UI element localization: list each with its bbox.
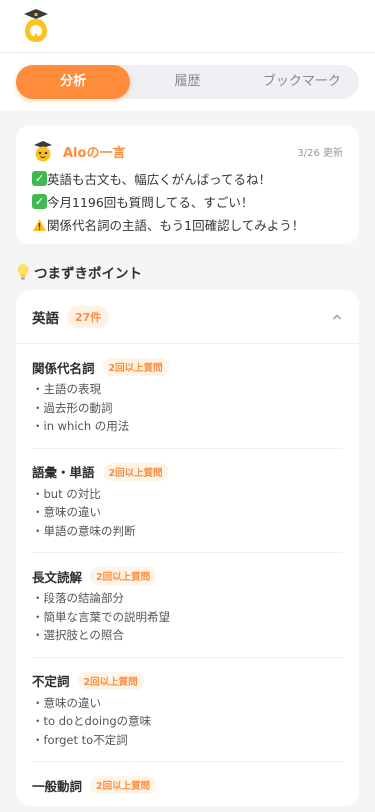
- tab-analysis[interactable]: 分析: [16, 65, 131, 99]
- topic-badge: 2回以上質問: [90, 567, 157, 585]
- topic-name: 長文読解: [32, 569, 83, 585]
- topic-item[interactable]: 長文読解 2回以上質問 ・段落の結論部分 ・簡単な言葉での説明希望 ・選択肢との…: [32, 553, 343, 658]
- topic-item[interactable]: 関係代名詞 2回以上質問 ・主語の表現 ・過去形の動詞 ・in which の用…: [32, 344, 343, 449]
- topic-point: ・単語の意味の判断: [32, 523, 136, 538]
- alo-line-text: 今月1196回も質問してる、すごい！: [47, 195, 254, 210]
- topic-badge: 2回以上質問: [102, 358, 169, 376]
- alo-comment-date: 3/26 更新: [297, 147, 343, 159]
- stumble-section-title: つまずきポイント: [16, 262, 359, 282]
- topic-point: ・to doとdoingの意味: [32, 714, 152, 728]
- alo-comment-title: Aloの一言: [63, 145, 126, 161]
- topic-point: ・簡単な言葉での説明希望: [32, 609, 170, 624]
- app-header: [0, 0, 375, 53]
- check-icon: ✓: [32, 194, 47, 209]
- topic-point: ・意味の違い: [32, 695, 101, 710]
- topic-item[interactable]: 語彙・単語 2回以上質問 ・but の対比 ・意味の違い ・単語の意味の判断: [32, 449, 343, 553]
- alo-avatar-icon: [34, 141, 52, 162]
- topic-header: 語彙・単語 2回以上質問: [32, 462, 343, 481]
- warning-icon: [33, 218, 46, 231]
- topic-header: 関係代名詞 2回以上質問: [32, 358, 343, 376]
- alo-logo-icon: [24, 9, 48, 42]
- topic-badge: 2回以上質問: [90, 776, 157, 794]
- tab-history[interactable]: 履歴: [130, 65, 244, 99]
- lightbulb-icon: [17, 264, 29, 280]
- topic-badge: 2回以上質問: [102, 462, 169, 481]
- alo-comment-card: Aloの一言 3/26 更新 ✓ 英語も古文も、幅広くがんばってるね！ ✓ 今月…: [16, 125, 359, 244]
- topic-item[interactable]: 不定詞 2回以上質問 ・意味の違い ・to doとdoingの意味 ・forge…: [32, 658, 343, 762]
- check-icon: ✓: [32, 171, 47, 186]
- alo-line: 関係代名詞の主語、もう1回確認してみよう！: [32, 217, 343, 233]
- alo-line: ✓ 今月1196回も質問してる、すごい！: [32, 194, 343, 210]
- topic-point: ・主語の表現: [32, 382, 101, 396]
- topic-item[interactable]: 一般動詞 2回以上質問: [32, 762, 343, 806]
- topic-point: ・選択肢との照合: [32, 628, 124, 642]
- topic-point: ・過去形の動詞: [32, 400, 113, 415]
- topic-points: ・意味の違い ・to doとdoingの意味 ・forget to不定詞: [32, 694, 343, 750]
- topic-name: 不定詞: [32, 674, 70, 689]
- chevron-up-icon[interactable]: [331, 311, 343, 323]
- topic-point: ・but の対比: [32, 486, 101, 501]
- topic-points: ・主語の表現 ・過去形の動詞 ・in which の用法: [32, 380, 343, 436]
- topic-header: 不定詞 2回以上質問: [32, 671, 343, 690]
- tab-bookmark[interactable]: ブックマーク: [245, 65, 359, 99]
- alo-line-text: 関係代名詞の主語、もう1回確認してみよう！: [47, 218, 305, 233]
- topic-name: 語彙・単語: [32, 465, 95, 480]
- topic-point: ・in which の用法: [32, 419, 130, 433]
- alo-line-text: 英語も古文も、幅広くがんばってるね！: [47, 172, 272, 187]
- tab-bar-container: 分析 履歴 ブックマーク: [0, 53, 375, 111]
- topic-header: 一般動詞 2回以上質問: [32, 776, 343, 794]
- stumble-card: 英語 27件 関係代名詞 2回以上質問 ・主語の表現 ・過去形の動詞 ・in w…: [16, 290, 359, 806]
- tab-bar: 分析 履歴 ブックマーク: [16, 65, 359, 99]
- topic-point: ・意味の違い: [32, 505, 101, 519]
- topic-points: ・段落の結論部分 ・簡単な言葉での説明希望 ・選択肢との照合: [32, 589, 343, 645]
- topic-points: ・but の対比 ・意味の違い ・単語の意味の判断: [32, 485, 343, 541]
- topic-name: 関係代名詞: [32, 360, 95, 376]
- topic-point: ・段落の結論部分: [32, 591, 124, 605]
- subject-accordion-header[interactable]: 英語 27件: [16, 290, 359, 344]
- topic-list: 関係代名詞 2回以上質問 ・主語の表現 ・過去形の動詞 ・in which の用…: [16, 344, 359, 806]
- topic-header: 長文読解 2回以上質問: [32, 567, 343, 585]
- topic-name: 一般動詞: [32, 778, 83, 794]
- stumble-title: つまずきポイント: [34, 266, 142, 282]
- alo-line: ✓ 英語も古文も、幅広くがんばってるね！: [32, 171, 343, 187]
- subject-count-badge: 27件: [67, 305, 110, 328]
- topic-badge: 2回以上質問: [77, 671, 144, 690]
- topic-point: ・forget to不定詞: [32, 732, 128, 747]
- subject-name: 英語: [32, 310, 59, 327]
- alo-comment-header: Aloの一言 3/26 更新: [32, 139, 343, 163]
